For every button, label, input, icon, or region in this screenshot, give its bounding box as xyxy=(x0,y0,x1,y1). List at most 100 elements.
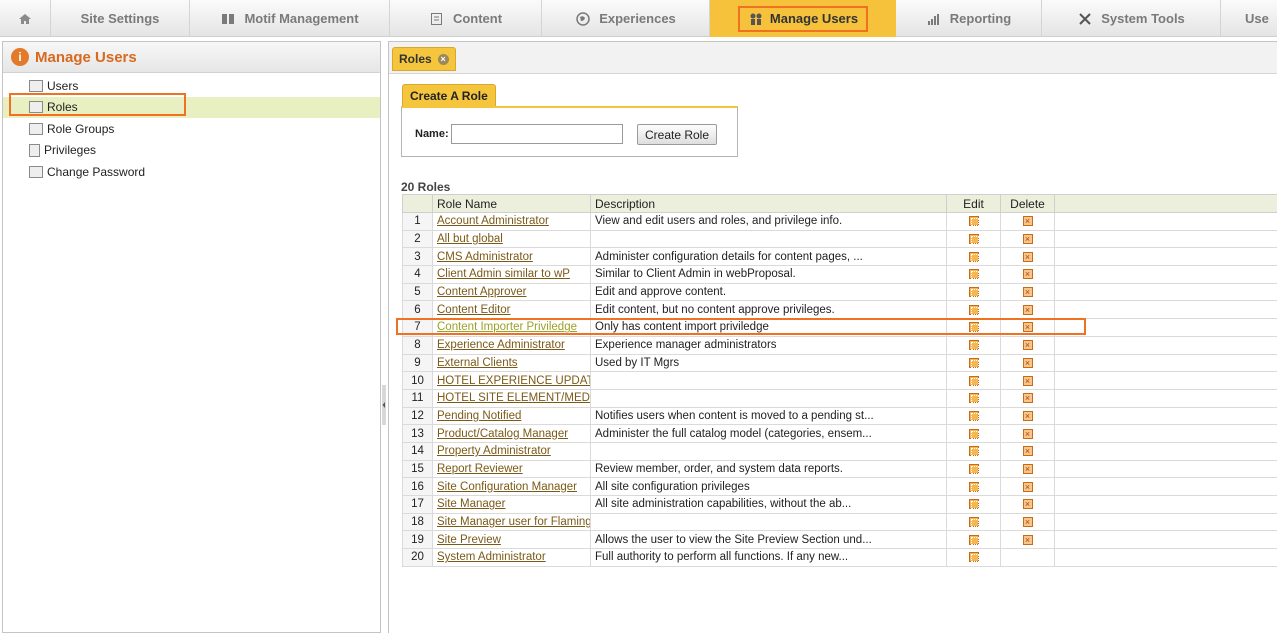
edit-cell xyxy=(946,265,1001,284)
row-number: 12 xyxy=(402,406,433,426)
role-name-link[interactable]: Content Importer Priviledge xyxy=(437,321,577,333)
role-name-link[interactable]: Site Configuration Manager xyxy=(437,481,577,493)
col-role-name[interactable]: Role Name xyxy=(432,194,591,213)
tab-roles[interactable]: Roles × xyxy=(392,47,456,71)
delete-icon[interactable]: × xyxy=(1022,481,1033,492)
delete-icon[interactable]: × xyxy=(1022,446,1033,457)
role-groups-icon xyxy=(29,122,43,135)
close-icon[interactable]: × xyxy=(437,53,449,65)
nav-manage-users[interactable]: Manage Users xyxy=(710,0,896,37)
role-name-link[interactable]: Content Approver xyxy=(437,286,527,298)
role-name-cell: Property Administrator xyxy=(432,441,591,461)
delete-icon[interactable]: × xyxy=(1022,534,1033,545)
role-name-link[interactable]: External Clients xyxy=(437,357,518,369)
delete-icon[interactable]: × xyxy=(1022,428,1033,439)
role-name-link[interactable]: Site Preview xyxy=(437,534,501,546)
edit-cell xyxy=(946,495,1001,514)
edit-icon[interactable] xyxy=(968,340,979,351)
sidebar-item-change-password[interactable]: Change Password xyxy=(3,161,380,183)
edit-icon[interactable] xyxy=(968,517,979,527)
nav-experiences[interactable]: Experiences xyxy=(542,0,710,37)
edit-icon[interactable] xyxy=(968,357,979,368)
delete-icon[interactable]: × xyxy=(1022,463,1033,474)
delete-icon[interactable]: × xyxy=(1022,410,1033,421)
delete-icon[interactable]: × xyxy=(1022,234,1033,244)
edit-icon[interactable] xyxy=(968,428,979,439)
nav-site-settings[interactable]: Site Settings xyxy=(51,0,190,37)
role-name-link[interactable]: Client Admin similar to wP xyxy=(437,268,570,280)
sidebar-item-privileges[interactable]: Privileges xyxy=(3,140,380,162)
role-name-link[interactable]: Content Editor xyxy=(437,304,511,316)
role-name-input[interactable] xyxy=(451,124,623,144)
nav-system-tools[interactable]: System Tools xyxy=(1042,0,1221,37)
edit-icon[interactable] xyxy=(968,499,979,510)
edit-icon[interactable] xyxy=(968,410,979,421)
edit-cell xyxy=(946,371,1001,390)
edit-cell xyxy=(946,530,1001,550)
table-row: 20 System Administrator Full authority to … xyxy=(402,548,1277,567)
role-name-link[interactable]: Account Administrator xyxy=(437,215,549,227)
sidebar-item-role-groups[interactable]: Role Groups xyxy=(3,118,380,140)
role-name-link[interactable]: Report Reviewer xyxy=(437,463,523,475)
role-name-link[interactable]: System Administrator xyxy=(437,551,546,563)
delete-icon[interactable]: × xyxy=(1022,393,1033,404)
role-name-link[interactable]: Property Administrator xyxy=(437,445,551,457)
description-cell xyxy=(590,229,947,249)
edit-icon[interactable] xyxy=(968,534,979,545)
edit-cell xyxy=(946,335,1001,355)
nav-users-truncated[interactable]: Use xyxy=(1221,0,1277,37)
role-name-link[interactable]: Pending Notified xyxy=(437,410,521,422)
delete-icon[interactable]: × xyxy=(1022,322,1033,333)
edit-icon[interactable] xyxy=(968,375,979,386)
col-description[interactable]: Description xyxy=(590,194,947,213)
delete-icon[interactable]: × xyxy=(1022,340,1033,351)
delete-icon[interactable]: × xyxy=(1022,216,1033,227)
role-name-link[interactable]: Product/Catalog Manager xyxy=(437,428,568,440)
edit-icon[interactable] xyxy=(968,552,979,563)
delete-icon[interactable]: × xyxy=(1022,287,1033,298)
role-name-link[interactable]: All but global xyxy=(437,233,503,245)
delete-icon[interactable]: × xyxy=(1022,499,1033,510)
role-name-link[interactable]: CMS Administrator xyxy=(437,251,533,263)
table-row: 2 All but global × xyxy=(402,229,1277,249)
nav-reporting[interactable]: Reporting xyxy=(896,0,1042,37)
delete-icon[interactable]: × xyxy=(1022,517,1033,527)
filler-cell xyxy=(1054,495,1277,514)
delete-cell: × xyxy=(1000,265,1055,284)
role-name-link[interactable]: Site Manager xyxy=(437,498,505,510)
edit-icon[interactable] xyxy=(968,481,979,492)
filler-cell xyxy=(1054,282,1277,302)
role-name-link[interactable]: Site Manager user for Flamingo xyxy=(437,516,590,528)
role-name-cell: Site Manager user for Flamingo xyxy=(432,512,591,532)
description-cell: Allows the user to view the Site Preview… xyxy=(590,530,947,550)
table-row: 18 Site Manager user for Flamingo × xyxy=(402,512,1277,532)
delete-cell: × xyxy=(1000,247,1055,267)
edit-icon[interactable] xyxy=(968,269,979,280)
edit-icon[interactable] xyxy=(968,446,979,457)
filler-cell xyxy=(1054,406,1277,426)
nav-motif-management[interactable]: Motif Management xyxy=(190,0,390,37)
role-name-cell: Content Approver xyxy=(432,282,591,302)
edit-icon[interactable] xyxy=(968,251,979,262)
edit-icon[interactable] xyxy=(968,393,979,404)
delete-icon[interactable]: × xyxy=(1022,357,1033,368)
edit-icon[interactable] xyxy=(968,304,979,315)
panel-splitter-handle[interactable] xyxy=(381,385,387,425)
edit-icon[interactable] xyxy=(968,234,979,244)
delete-icon[interactable]: × xyxy=(1022,251,1033,262)
role-name-link[interactable]: HOTEL EXPERIENCE UPDATE xyxy=(437,375,590,387)
role-name-link[interactable]: Experience Administrator xyxy=(437,339,565,351)
delete-icon[interactable]: × xyxy=(1022,375,1033,386)
edit-icon[interactable] xyxy=(968,322,979,333)
nav-home[interactable] xyxy=(0,0,51,37)
role-name-link[interactable]: HOTEL SITE ELEMENT/MEDIAS xyxy=(437,392,590,404)
delete-cell: × xyxy=(1000,300,1055,320)
delete-icon[interactable]: × xyxy=(1022,269,1033,280)
edit-icon[interactable] xyxy=(968,463,979,474)
delete-icon[interactable]: × xyxy=(1022,304,1033,315)
create-role-button[interactable]: Create Role xyxy=(637,124,717,145)
edit-icon[interactable] xyxy=(968,216,979,227)
edit-icon[interactable] xyxy=(968,287,979,298)
nav-content[interactable]: Content xyxy=(390,0,542,37)
description-cell xyxy=(590,371,947,390)
